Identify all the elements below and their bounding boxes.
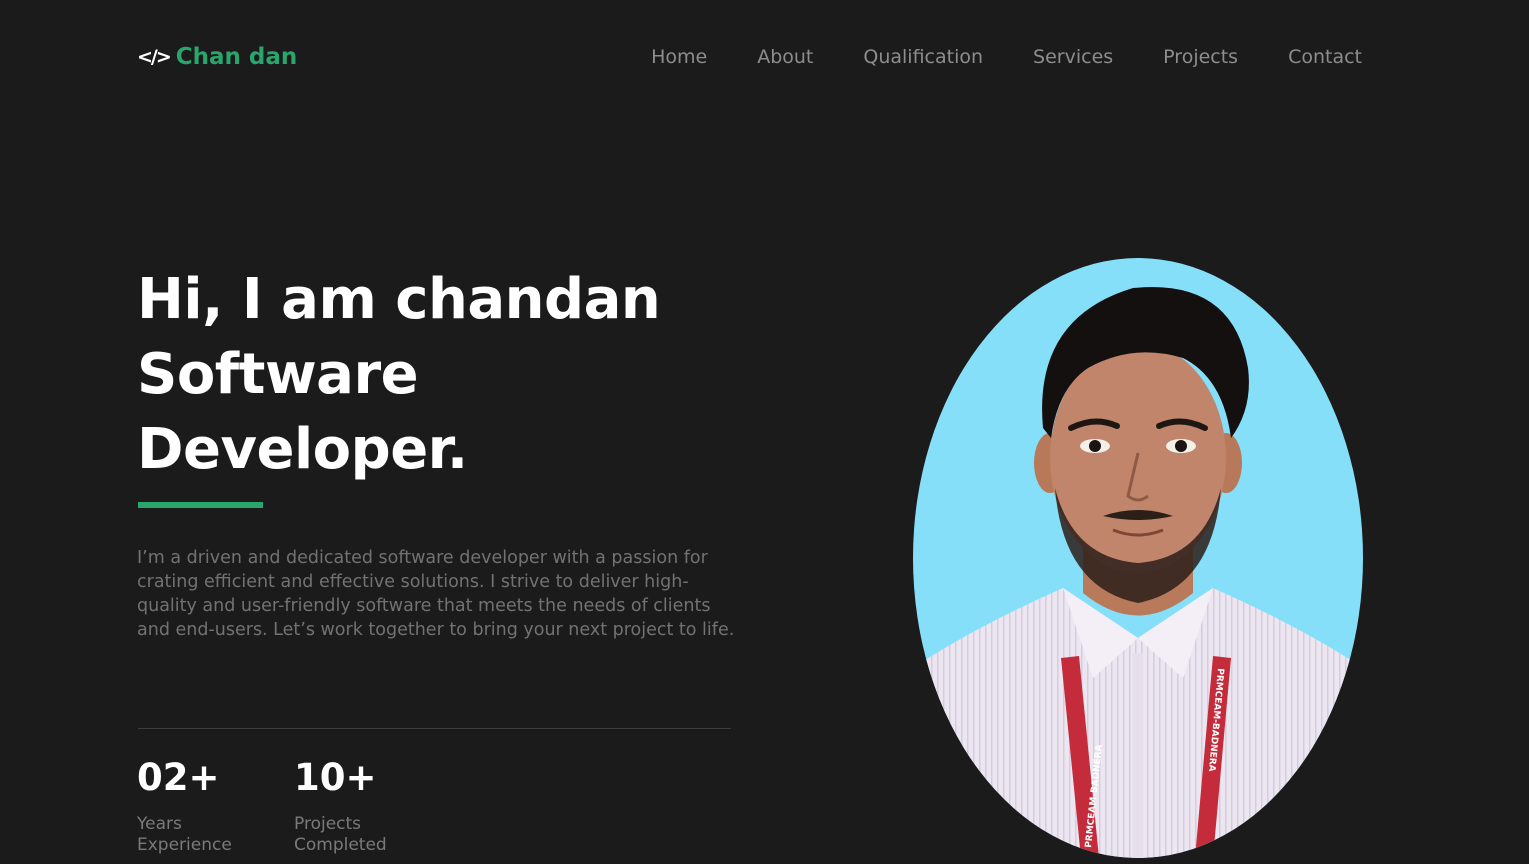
stats-divider — [138, 728, 731, 729]
stat-projects: 10+ Projects Completed — [294, 756, 387, 856]
stat-label: Years Experience — [137, 814, 232, 856]
hero-title: Hi, I am chandan Software Developer. — [137, 262, 661, 487]
nav-qualification[interactable]: Qualification — [863, 46, 983, 68]
accent-underline — [138, 502, 263, 508]
main-nav: Home About Qualification Services Projec… — [651, 46, 1362, 68]
logo-text: Chan dan — [175, 44, 298, 70]
nav-projects[interactable]: Projects — [1163, 46, 1238, 68]
nav-services[interactable]: Services — [1033, 46, 1113, 68]
nav-contact[interactable]: Contact — [1288, 46, 1362, 68]
profile-portrait: PRMCEAM-BADNERA PRMCEAM-BADNERA — [913, 258, 1363, 858]
stat-label-line: Years — [137, 814, 182, 834]
stat-label-line: Completed — [294, 835, 387, 855]
intro-paragraph: I’m a driven and dedicated software deve… — [137, 548, 735, 640]
code-icon: </> — [137, 46, 172, 68]
stat-experience: 02+ Years Experience — [137, 756, 232, 856]
nav-home[interactable]: Home — [651, 46, 707, 68]
stat-label-line: Experience — [137, 835, 232, 855]
hero-greeting: Hi, I am chandan — [137, 267, 661, 332]
stat-label-line: Projects — [294, 814, 362, 834]
stat-label: Projects Completed — [294, 814, 387, 856]
hero-role-line2: Developer. — [137, 417, 468, 482]
stat-value: 10+ — [294, 756, 377, 799]
stat-value: 02+ — [137, 756, 220, 799]
hero-role-line1: Software — [137, 342, 419, 407]
page: </> Chan dan Home About Qualification Se… — [0, 0, 1529, 864]
nav-about[interactable]: About — [757, 46, 813, 68]
logo-link[interactable]: </> Chan dan — [137, 44, 297, 70]
